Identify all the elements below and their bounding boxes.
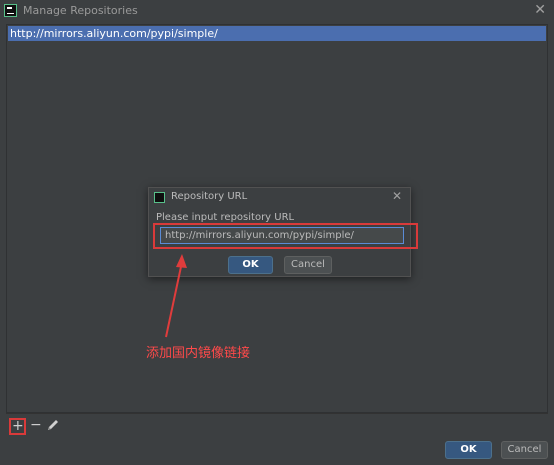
annotation-arrow [165, 254, 187, 338]
annotation-text: 添加国内镜像链接 [146, 346, 251, 361]
